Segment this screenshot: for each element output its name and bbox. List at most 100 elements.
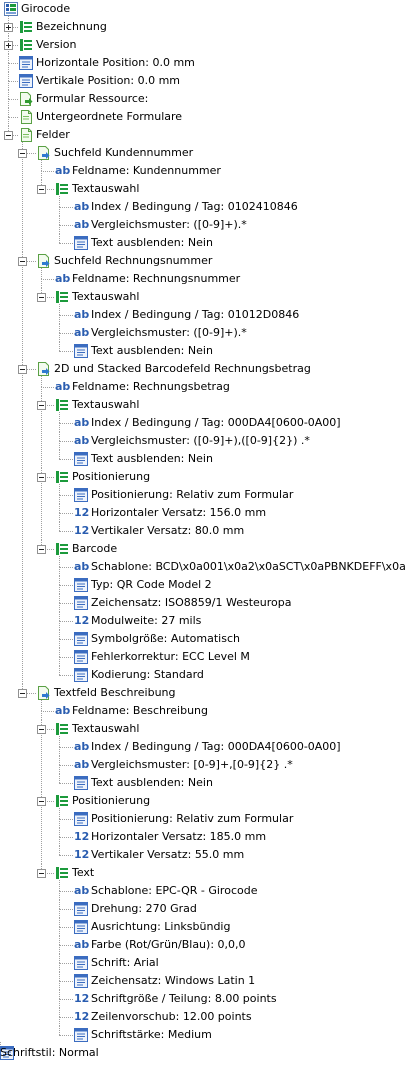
expand-icon[interactable] [4, 23, 13, 32]
collapse-icon[interactable] [37, 293, 46, 302]
tree-item[interactable]: ab Index / Bedingung / Tag: 000DA4[0600-0… [0, 414, 406, 432]
tree-item[interactable]: Textauswahl [0, 288, 406, 306]
tree-item[interactable]: Positionierung: Relativ zum Formular [0, 486, 406, 504]
tree-item[interactable]: Text ausblenden: Nein [0, 342, 406, 360]
tree-item[interactable]: Schriftstil: Normal [0, 1044, 406, 1062]
tree-item[interactable]: Suchfeld Rechnungsnummer [0, 252, 406, 270]
tree-item[interactable]: Fehlerkorrektur: ECC Level M [0, 648, 406, 666]
number-field-icon: 12 [74, 524, 90, 537]
tree-item[interactable]: Zeichensatz: Windows Latin 1 [0, 972, 406, 990]
tree-item[interactable]: Textauswahl [0, 720, 406, 738]
tree-item[interactable]: 12 Zeilenvorschub: 12.00 points [0, 1008, 406, 1026]
tree-item-label: Schriftstil: Normal [0, 1046, 99, 1059]
tree-item[interactable]: 12 Schriftgröße / Teilung: 8.00 points [0, 990, 406, 1008]
tree-item[interactable]: ab Farbe (Rot/Grün/Blau): 0,0,0 [0, 936, 406, 954]
tree-item-label: Farbe (Rot/Grün/Blau): 0,0,0 [91, 938, 246, 951]
tree-item-label: Vergleichsmuster: ([0-9]+).* [91, 218, 247, 231]
tree-item-label: Symbolgröße: Automatisch [91, 632, 240, 645]
tree-item[interactable]: ab Index / Bedingung / Tag: 0102410846 [0, 198, 406, 216]
tree-item[interactable]: ab Vergleichsmuster: ([0-9]+).* [0, 216, 406, 234]
collapse-icon[interactable] [18, 689, 27, 698]
collapse-icon[interactable] [4, 131, 13, 140]
tree-item[interactable]: Textauswahl [0, 396, 406, 414]
tree-item[interactable]: 12 Vertikaler Versatz: 80.0 mm [0, 522, 406, 540]
tree-item-label: Modulweite: 27 mils [91, 614, 202, 627]
tree-item[interactable]: 12 Horizontaler Versatz: 156.0 mm [0, 504, 406, 522]
tree-item[interactable]: Positionierung [0, 792, 406, 810]
tree-item[interactable]: ab Feldname: Beschreibung [0, 702, 406, 720]
tree-item-label: Feldname: Kundennummer [72, 164, 221, 177]
tree-item[interactable]: Text [0, 864, 406, 882]
tree-item[interactable]: Formular Ressource: [0, 90, 406, 108]
green-list-icon [55, 866, 69, 880]
tree-item[interactable]: ab Feldname: Rechnungsnummer [0, 270, 406, 288]
collapse-icon[interactable] [37, 401, 46, 410]
tree-item[interactable]: Text ausblenden: Nein [0, 234, 406, 252]
collapse-icon[interactable] [18, 365, 27, 374]
tree-item[interactable]: ab Schablone: BCD\x0a001\x0a2\x0aSCT\x0aP… [0, 558, 406, 576]
collapse-icon[interactable] [18, 149, 27, 158]
tree-item[interactable]: ab Schablone: EPC-QR - Girocode [0, 882, 406, 900]
collapse-icon[interactable] [37, 797, 46, 806]
tree-item[interactable]: Suchfeld Kundennummer [0, 144, 406, 162]
tree-item-label: Vergleichsmuster: ([0-9]+).* [91, 326, 247, 339]
tree-item[interactable]: Positionierung [0, 468, 406, 486]
text-field-icon: ab [74, 200, 90, 213]
tree-item-label: Horizontaler Versatz: 156.0 mm [91, 506, 267, 519]
tree-item-label: Girocode [21, 2, 71, 15]
tree-item[interactable]: Text ausblenden: Nein [0, 774, 406, 792]
tree-item[interactable]: 12 Modulweite: 27 mils [0, 612, 406, 630]
collapse-icon[interactable] [37, 725, 46, 734]
tree-item[interactable]: Kodierung: Standard [0, 666, 406, 684]
tree-item[interactable]: Text ausblenden: Nein [0, 450, 406, 468]
collapse-icon[interactable] [37, 545, 46, 554]
tree-item[interactable]: Barcode [0, 540, 406, 558]
tree-item[interactable]: ab Feldname: Rechnungsbetrag [0, 378, 406, 396]
green-list-icon [55, 722, 69, 736]
property-list-icon [74, 344, 88, 358]
tree-item[interactable]: Schriftstärke: Medium [0, 1026, 406, 1044]
tree-item[interactable]: Untergeordnete Formulare [0, 108, 406, 126]
green-list-icon [55, 182, 69, 196]
expand-icon[interactable] [4, 41, 13, 50]
tree-item[interactable]: Textfeld Beschreibung [0, 684, 406, 702]
search-field-icon [37, 362, 51, 376]
green-list-icon [55, 542, 69, 556]
text-field-icon: ab [74, 758, 90, 771]
tree-item[interactable]: 12 Horizontaler Versatz: 185.0 mm [0, 828, 406, 846]
tree-item[interactable]: ab Vergleichsmuster: ([0-9]+),([0-9]{2}) … [0, 432, 406, 450]
tree-item[interactable]: 2D und Stacked Barcodefeld Rechnungsbetr… [0, 360, 406, 378]
tree-item[interactable]: Felder [0, 126, 406, 144]
tree-item[interactable]: Ausrichtung: Linksbündig [0, 918, 406, 936]
tree-item[interactable]: ab Vergleichsmuster: [0-9]+,[0-9]{2} .* [0, 756, 406, 774]
property-list-icon [74, 650, 88, 664]
tree-item[interactable]: Typ: QR Code Model 2 [0, 576, 406, 594]
tree-item-label: Feldname: Beschreibung [72, 704, 209, 717]
collapse-icon[interactable] [18, 257, 27, 266]
tree-item[interactable]: ab Index / Bedingung / Tag: 01012D0846 [0, 306, 406, 324]
tree-item[interactable]: Bezeichnung [0, 18, 406, 36]
tree-item[interactable]: Zeichensatz: ISO8859/1 Westeuropa [0, 594, 406, 612]
properties-tree: Girocode Bezeichnung Version Horizontale Po… [0, 0, 406, 1060]
tree-item[interactable]: Symbolgröße: Automatisch [0, 630, 406, 648]
tree-item[interactable]: Drehung: 270 Grad [0, 900, 406, 918]
collapse-icon[interactable] [37, 869, 46, 878]
tree-item[interactable]: Horizontale Position: 0.0 mm [0, 54, 406, 72]
property-list-icon [74, 776, 88, 790]
tree-item[interactable]: Positionierung: Relativ zum Formular [0, 810, 406, 828]
tree-item[interactable]: ab Vergleichsmuster: ([0-9]+).* [0, 324, 406, 342]
text-field-icon: ab [74, 560, 90, 573]
tree-item-label: Schablone: EPC-QR - Girocode [91, 884, 258, 897]
tree-item[interactable]: Vertikale Position: 0.0 mm [0, 72, 406, 90]
tree-item-label: Version [36, 38, 77, 51]
tree-item[interactable]: ab Index / Bedingung / Tag: 000DA4[0600-0… [0, 738, 406, 756]
tree-item[interactable]: Schrift: Arial [0, 954, 406, 972]
tree-item[interactable]: Version [0, 36, 406, 54]
tree-item[interactable]: Textauswahl [0, 180, 406, 198]
collapse-icon[interactable] [37, 185, 46, 194]
collapse-icon[interactable] [37, 473, 46, 482]
tree-item[interactable]: ab Feldname: Kundennummer [0, 162, 406, 180]
tree-item[interactable]: 12 Vertikaler Versatz: 55.0 mm [0, 846, 406, 864]
tree-item[interactable]: Girocode [0, 0, 406, 18]
tree-item-label: Vergleichsmuster: [0-9]+,[0-9]{2} .* [91, 758, 293, 771]
